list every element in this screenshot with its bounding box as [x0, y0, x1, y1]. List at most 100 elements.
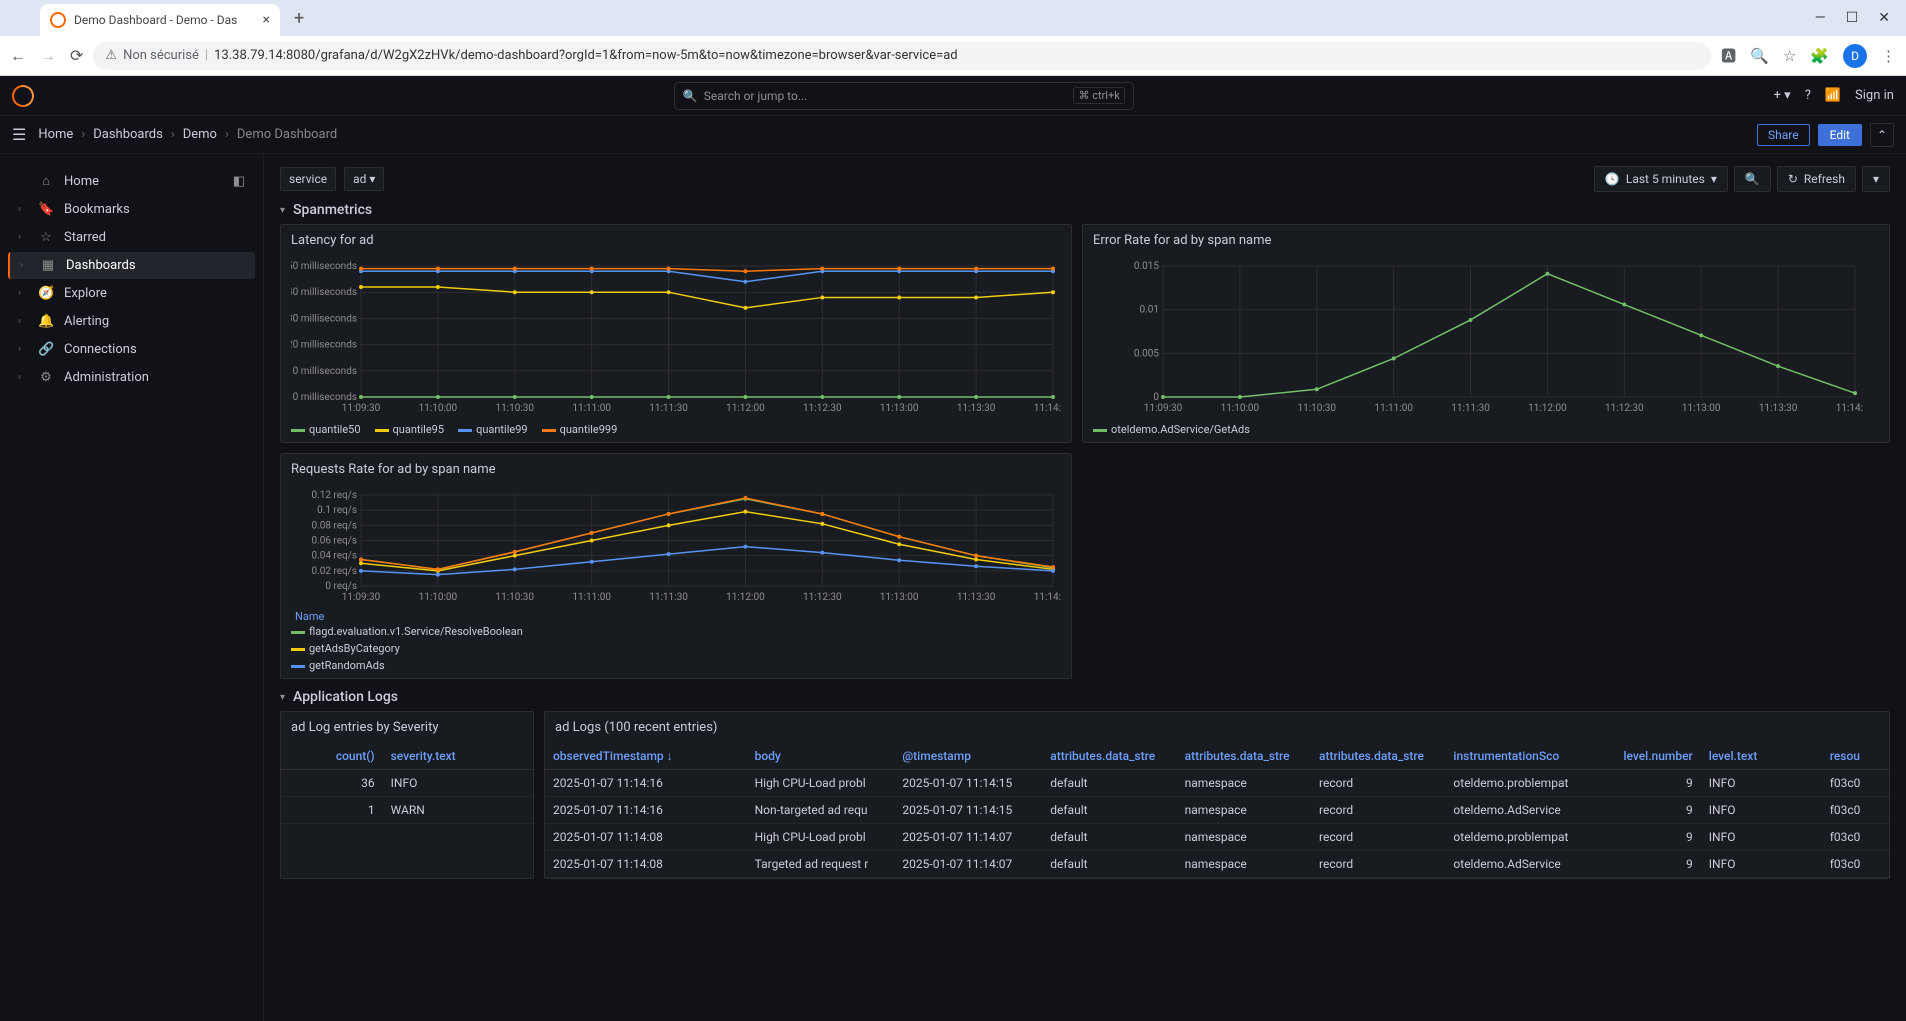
add-icon[interactable]: + ▾: [1774, 88, 1791, 103]
panel-title: ad Logs (100 recent entries): [545, 712, 1889, 743]
translate-icon[interactable]: 🅰: [1721, 45, 1736, 66]
svg-text:11:13:00: 11:13:00: [1682, 403, 1721, 414]
main-scroll[interactable]: service ad ▾ 🕓 Last 5 minutes ▾ 🔍 ↻ Refr…: [264, 154, 1906, 1021]
edit-button[interactable]: Edit: [1818, 124, 1862, 146]
svg-text:11:14:00: 11:14:00: [1034, 592, 1061, 603]
chart-latency[interactable]: 0 milliseconds10 milliseconds20 millisec…: [281, 256, 1071, 421]
rss-icon[interactable]: 📶: [1825, 88, 1841, 103]
window-close-icon[interactable]: ✕: [1878, 10, 1890, 26]
col-header[interactable]: attributes.data_stre: [1042, 743, 1176, 770]
col-header[interactable]: attributes.data_stre: [1311, 743, 1445, 770]
svg-text:11:12:30: 11:12:30: [803, 403, 842, 414]
col-header[interactable]: count(): [281, 743, 383, 770]
sidebar-item-explore[interactable]: ›🧭Explore: [8, 280, 255, 307]
signin-link[interactable]: Sign in: [1855, 88, 1894, 103]
address-bar[interactable]: ⚠ Non sécurisé | 13.38.79.14:8080/grafan…: [93, 42, 1711, 70]
browser-tab[interactable]: Demo Dashboard - Demo - Das ×: [40, 4, 280, 36]
nav-back-icon[interactable]: ←: [10, 46, 26, 66]
var-service-select[interactable]: ad ▾: [344, 167, 384, 191]
window-minimize-icon[interactable]: —: [1815, 10, 1826, 26]
col-header[interactable]: attributes.data_stre: [1177, 743, 1311, 770]
legend-item[interactable]: getRandomAds: [291, 659, 1061, 672]
svg-text:11:13:30: 11:13:30: [957, 403, 996, 414]
svg-text:20 milliseconds: 20 milliseconds: [291, 340, 357, 351]
share-button[interactable]: Share: [1757, 124, 1810, 146]
table-row[interactable]: 2025-01-07 11:14:16Non-targeted ad requ2…: [545, 797, 1889, 824]
table-row[interactable]: 36INFO: [281, 770, 533, 797]
col-header[interactable]: severity.text: [383, 743, 533, 770]
col-header[interactable]: observedTimestamp ↓: [545, 743, 747, 770]
profile-avatar[interactable]: D: [1843, 44, 1867, 68]
extensions-icon[interactable]: 🧩: [1810, 47, 1829, 65]
severity-table[interactable]: count()severity.text36INFO1WARN: [281, 743, 533, 824]
table-row[interactable]: 2025-01-07 11:14:08Targeted ad request r…: [545, 851, 1889, 878]
sidebar-item-bookmarks[interactable]: ›🔖Bookmarks: [8, 196, 255, 223]
sidebar-item-alerting[interactable]: ›🔔Alerting: [8, 308, 255, 335]
more-menu-icon[interactable]: ⋮: [1881, 47, 1896, 65]
dock-icon[interactable]: ◧: [233, 174, 245, 189]
explore-icon: 🧭: [38, 286, 54, 301]
crumb-demo[interactable]: Demo: [183, 127, 217, 142]
legend-item[interactable]: quantile99: [458, 423, 528, 436]
svg-text:0.04 req/s: 0.04 req/s: [311, 551, 357, 562]
sidebar-item-connections[interactable]: ›🔗Connections: [8, 336, 255, 363]
svg-text:11:13:30: 11:13:30: [1759, 403, 1798, 414]
table-row[interactable]: 2025-01-07 11:14:08High CPU-Load probl20…: [545, 824, 1889, 851]
sidebar-item-home[interactable]: ⌂Home◧: [8, 167, 255, 195]
menu-icon[interactable]: ☰: [12, 125, 26, 144]
svg-text:11:12:00: 11:12:00: [726, 403, 765, 414]
svg-text:11:12:00: 11:12:00: [726, 592, 765, 603]
legend-item[interactable]: quantile95: [375, 423, 445, 436]
zoom-out-button[interactable]: 🔍: [1734, 166, 1771, 192]
chevron-up-icon[interactable]: ⌃: [1870, 123, 1894, 147]
legend-item[interactable]: oteldemo.AdService/GetAds: [1093, 423, 1250, 436]
search-input[interactable]: 🔍 Search or jump to... ⌘ ctrl+k: [674, 82, 1134, 110]
dashboards-icon: ▦: [40, 258, 56, 273]
col-header[interactable]: level.number: [1593, 743, 1701, 770]
breadcrumb-bar: ☰ Home› Dashboards› Demo› Demo Dashboard…: [0, 116, 1906, 154]
crumb-home[interactable]: Home: [38, 127, 73, 142]
section-spanmetrics[interactable]: ▾Spanmetrics: [280, 202, 1890, 218]
logs-table[interactable]: observedTimestamp ↓body@timestampattribu…: [545, 743, 1889, 878]
help-icon[interactable]: ?: [1805, 88, 1811, 103]
col-header[interactable]: level.text: [1701, 743, 1822, 770]
legend-item[interactable]: flagd.evaluation.v1.Service/ResolveBoole…: [291, 625, 1061, 638]
window-maximize-icon[interactable]: ☐: [1846, 10, 1859, 26]
refresh-button[interactable]: ↻ Refresh: [1777, 166, 1856, 192]
col-header[interactable]: resou: [1822, 743, 1889, 770]
legend-item[interactable]: quantile50: [291, 423, 361, 436]
svg-text:11:10:00: 11:10:00: [1221, 403, 1260, 414]
col-header[interactable]: body: [747, 743, 895, 770]
home-icon: ⌂: [38, 173, 54, 189]
nav-reload-icon[interactable]: ⟳: [70, 46, 83, 65]
svg-text:0.06 req/s: 0.06 req/s: [311, 536, 357, 547]
col-header[interactable]: instrumentationSco: [1445, 743, 1593, 770]
table-row[interactable]: 2025-01-07 11:14:16High CPU-Load probl20…: [545, 770, 1889, 797]
chart-req-rate[interactable]: 0 req/s0.02 req/s0.04 req/s0.06 req/s0.0…: [281, 485, 1071, 610]
bookmark-star-icon[interactable]: ☆: [1783, 47, 1796, 65]
close-tab-icon[interactable]: ×: [263, 12, 270, 28]
crumb-dashboards[interactable]: Dashboards: [93, 127, 163, 142]
svg-text:11:10:00: 11:10:00: [419, 592, 458, 603]
legend-latency: quantile50 quantile95 quantile99 quantile99…: [281, 421, 1071, 442]
legend-item[interactable]: getAdsByCategory: [291, 642, 1061, 655]
legend-item[interactable]: quantile999: [542, 423, 618, 436]
svg-text:0.12 req/s: 0.12 req/s: [311, 490, 357, 501]
table-row[interactable]: 1WARN: [281, 797, 533, 824]
chart-error-rate[interactable]: 00.0050.010.01511:09:3011:10:0011:10:301…: [1083, 256, 1889, 421]
sidebar-item-dashboards[interactable]: ›▦Dashboards: [8, 252, 255, 279]
sidebar-item-label: Administration: [64, 370, 149, 385]
time-picker[interactable]: 🕓 Last 5 minutes ▾: [1594, 166, 1728, 192]
svg-text:0.02 req/s: 0.02 req/s: [311, 566, 357, 577]
grafana-topbar: 🔍 Search or jump to... ⌘ ctrl+k + ▾ ? 📶 …: [0, 76, 1906, 116]
sidebar-item-administration[interactable]: ›⚙Administration: [8, 364, 255, 391]
sidebar-item-starred[interactable]: ›☆Starred: [8, 224, 255, 251]
new-tab-button[interactable]: +: [294, 8, 304, 29]
grafana-logo-icon[interactable]: [8, 80, 38, 110]
zoom-icon[interactable]: 🔍: [1750, 47, 1769, 65]
legend-req-rate: flagd.evaluation.v1.Service/ResolveBoole…: [281, 623, 1071, 678]
section-applogs[interactable]: ▾Application Logs: [280, 689, 1890, 705]
svg-text:0.015: 0.015: [1134, 261, 1159, 272]
col-header[interactable]: @timestamp: [894, 743, 1042, 770]
refresh-interval-select[interactable]: ▾: [1862, 166, 1890, 192]
